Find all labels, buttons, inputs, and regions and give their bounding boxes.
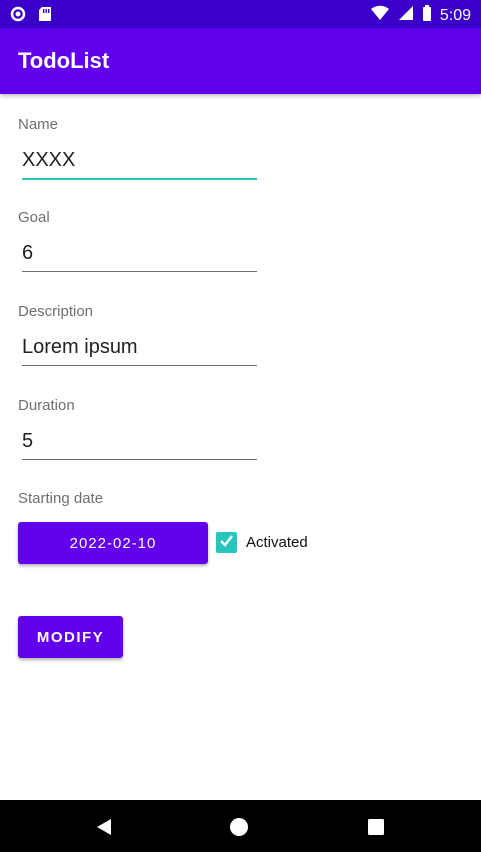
name-label: Name: [18, 116, 59, 133]
description-input[interactable]: Lorem ipsum: [22, 329, 257, 366]
goal-label: Goal: [18, 209, 50, 226]
home-icon[interactable]: [229, 817, 249, 842]
signal-icon: [398, 4, 414, 27]
duration-label: Duration: [18, 397, 75, 414]
recents-icon[interactable]: [366, 817, 386, 842]
starting-date-label: Starting date: [18, 490, 104, 507]
activated-label[interactable]: Activated: [246, 534, 308, 551]
sd-card-icon: [38, 6, 52, 27]
form-content: Name XXXX Goal 6 Description Lorem ipsum…: [0, 94, 481, 800]
app-title: TodoList: [18, 48, 110, 73]
circle-notification-icon: [10, 6, 26, 27]
activated-checkbox[interactable]: [216, 532, 237, 553]
modify-button[interactable]: MODIFY: [18, 616, 123, 658]
duration-input[interactable]: 5: [22, 423, 257, 460]
status-bar: 5:09: [0, 0, 481, 28]
navigation-bar: [0, 800, 481, 852]
status-left-icons: [10, 6, 52, 27]
wifi-icon: [370, 4, 390, 27]
name-input[interactable]: XXXX: [22, 142, 257, 180]
description-label: Description: [18, 303, 94, 320]
app-bar: TodoList: [0, 28, 481, 94]
starting-date-button[interactable]: 2022-02-10: [18, 522, 208, 564]
battery-icon: [422, 4, 432, 27]
goal-input[interactable]: 6: [22, 235, 257, 272]
status-time: 5:09: [439, 6, 471, 24]
check-icon: [218, 532, 235, 554]
back-icon[interactable]: [94, 817, 114, 842]
status-right-icons: 5:09: [370, 4, 471, 27]
